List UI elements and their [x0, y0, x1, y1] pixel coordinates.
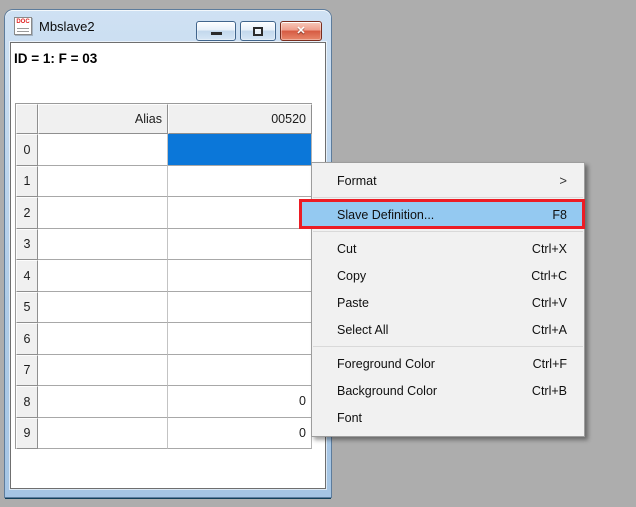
menu-item-label: Copy — [337, 269, 366, 283]
grid-row-9: 90 — [16, 418, 312, 450]
window-title: Mbslave2 — [39, 19, 95, 34]
window-client-area: ID = 1: F = 03 Alias00520 012345678090 — [10, 42, 326, 489]
row-header-9[interactable]: 9 — [16, 418, 38, 450]
cell-alias-4[interactable] — [38, 260, 168, 292]
menu-item-paste[interactable]: Paste Ctrl+V — [312, 289, 584, 316]
cell-value-8[interactable]: 0 — [168, 386, 312, 418]
window-controls: ✕ — [196, 21, 322, 41]
cell-value-6[interactable] — [168, 323, 312, 355]
grid-header-row: Alias00520 — [16, 104, 312, 134]
menu-shortcut: Ctrl+F — [533, 357, 567, 371]
menu-item-label: Font — [337, 411, 362, 425]
row-header-8[interactable]: 8 — [16, 386, 38, 418]
cell-alias-7[interactable] — [38, 355, 168, 387]
menu-item-label: Select All — [337, 323, 388, 337]
column-header-value: 00520 — [168, 104, 312, 134]
menu-item-format[interactable]: Format > — [312, 167, 584, 194]
grid-row-2: 2 — [16, 197, 312, 229]
grid-row-8: 80 — [16, 386, 312, 418]
grid-row-0: 0 — [16, 134, 312, 166]
menu-item-cut[interactable]: Cut Ctrl+X — [312, 235, 584, 262]
menu-item-select-all[interactable]: Select All Ctrl+A — [312, 316, 584, 343]
minimize-button[interactable] — [196, 21, 236, 41]
register-grid: Alias00520 012345678090 — [15, 103, 312, 449]
cell-alias-3[interactable] — [38, 229, 168, 261]
cell-value-3[interactable] — [168, 229, 312, 261]
window-titlebar[interactable]: DOC Mbslave2 ✕ — [5, 10, 331, 42]
row-header-2[interactable]: 2 — [16, 197, 38, 229]
menu-item-copy[interactable]: Copy Ctrl+C — [312, 262, 584, 289]
menu-item-label: Cut — [337, 242, 356, 256]
menu-shortcut: Ctrl+V — [532, 296, 567, 310]
close-icon: ✕ — [281, 22, 321, 40]
menu-shortcut: Ctrl+A — [532, 323, 567, 337]
cell-value-5[interactable] — [168, 292, 312, 324]
maximize-icon — [253, 27, 263, 36]
cell-alias-0[interactable] — [38, 134, 168, 166]
menu-item-foreground-color[interactable]: Foreground Color Ctrl+F — [312, 350, 584, 377]
cell-alias-6[interactable] — [38, 323, 168, 355]
cell-alias-9[interactable] — [38, 418, 168, 450]
menu-item-label: Foreground Color — [337, 357, 435, 371]
cell-value-9[interactable]: 0 — [168, 418, 312, 450]
grid-row-1: 1 — [16, 166, 312, 198]
submenu-arrow-icon: > — [559, 173, 567, 188]
document-icon: DOC — [14, 17, 32, 35]
row-header-6[interactable]: 6 — [16, 323, 38, 355]
grid-body: 012345678090 — [16, 134, 312, 449]
minimize-icon — [211, 32, 222, 35]
row-header-4[interactable]: 4 — [16, 260, 38, 292]
row-header-5[interactable]: 5 — [16, 292, 38, 324]
menu-separator — [313, 197, 583, 198]
grid-row-4: 4 — [16, 260, 312, 292]
grid-row-6: 6 — [16, 323, 312, 355]
close-button[interactable]: ✕ — [280, 21, 322, 41]
cell-value-0[interactable] — [168, 134, 312, 166]
document-icon-label: DOC — [16, 19, 29, 25]
menu-item-label: Format — [337, 174, 377, 188]
menu-item-font[interactable]: Font — [312, 404, 584, 431]
document-icon-lines — [17, 27, 29, 34]
cell-alias-8[interactable] — [38, 386, 168, 418]
cell-value-7[interactable] — [168, 355, 312, 387]
cell-alias-2[interactable] — [38, 197, 168, 229]
column-header-alias: Alias — [38, 104, 168, 134]
cell-alias-5[interactable] — [38, 292, 168, 324]
cell-value-2[interactable] — [168, 197, 312, 229]
grid-row-3: 3 — [16, 229, 312, 261]
menu-shortcut: Ctrl+C — [531, 269, 567, 283]
cell-value-1[interactable] — [168, 166, 312, 198]
menu-separator — [313, 346, 583, 347]
annotation-highlight-box — [299, 199, 585, 229]
cell-value-4[interactable] — [168, 260, 312, 292]
row-header-0[interactable]: 0 — [16, 134, 38, 166]
menu-separator — [313, 231, 583, 232]
menu-shortcut: Ctrl+X — [532, 242, 567, 256]
row-header-7[interactable]: 7 — [16, 355, 38, 387]
menu-shortcut: Ctrl+B — [532, 384, 567, 398]
column-header-row — [16, 104, 38, 134]
desktop-background: DOC Mbslave2 ✕ ID = 1: F = 03 Alias00520 — [0, 0, 636, 507]
row-header-3[interactable]: 3 — [16, 229, 38, 261]
cell-alias-1[interactable] — [38, 166, 168, 198]
row-header-1[interactable]: 1 — [16, 166, 38, 198]
grid-row-5: 5 — [16, 292, 312, 324]
grid-row-7: 7 — [16, 355, 312, 387]
maximize-button[interactable] — [240, 21, 276, 41]
slave-status-line: ID = 1: F = 03 — [11, 43, 325, 66]
menu-item-background-color[interactable]: Background Color Ctrl+B — [312, 377, 584, 404]
mbslave2-window: DOC Mbslave2 ✕ ID = 1: F = 03 Alias00520 — [5, 10, 331, 497]
menu-item-label: Paste — [337, 296, 369, 310]
menu-item-label: Background Color — [337, 384, 437, 398]
